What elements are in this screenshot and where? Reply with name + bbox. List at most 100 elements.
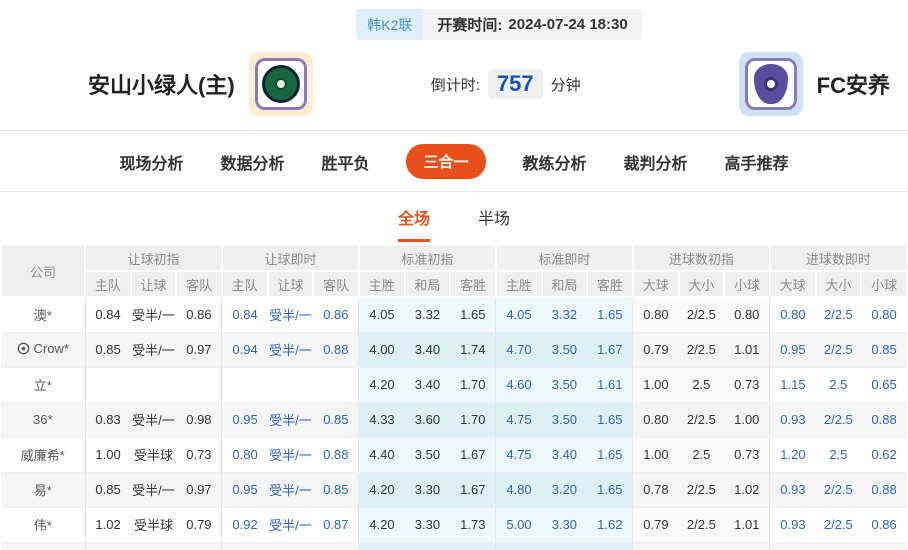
teams-header: 安山小绿人(主) 倒计时: 757 分钟 FC安养 — [0, 40, 908, 130]
odds-cell: 0.73 — [724, 437, 770, 473]
company-header: 公司 — [0, 244, 86, 298]
company-name: 立* — [33, 378, 52, 393]
odds-cell: 1.15 — [769, 367, 816, 403]
odds-cell: 1.65 — [587, 402, 633, 438]
odds-cell: 1.00 — [84, 437, 131, 473]
odds-cell: 0.83 — [84, 402, 131, 438]
company-name: 易* — [33, 483, 52, 498]
sub-header-2-1: 主队 — [220, 270, 269, 298]
home-team-logo-frame — [254, 58, 307, 110]
odds-cell: 0.73 — [724, 367, 770, 403]
odds-cell: 1.02 — [84, 507, 131, 543]
odds-cell: 1.65 — [450, 297, 496, 333]
sub-header-4-1: 主胜 — [494, 270, 543, 298]
odds-cell: 4.10 — [358, 542, 405, 550]
nav-tab-5[interactable]: 教练分析 — [523, 150, 587, 174]
top-strip: 韩K2联 开赛时间: 2024-07-24 18:30 — [0, 0, 908, 40]
subnav-tab-1[interactable]: 全场 — [397, 205, 430, 242]
odds-cell: 3.20 — [541, 472, 588, 508]
table-row: Crow* 0.85 受半/一 0.97 0.94 受半/一 0.88 4.00 3.40 1.7… — [1, 332, 907, 368]
odds-cell: 3.50 — [404, 437, 451, 473]
nav-tab-6[interactable]: 裁判分析 — [624, 150, 688, 174]
odds-cell: 0.88 — [313, 437, 359, 473]
odds-cell: 2/2.5 — [678, 472, 725, 508]
odds-cell: 受半/一 — [267, 507, 314, 543]
league-badge[interactable]: 韩K2联 — [356, 9, 424, 40]
odds-cell: 3.40 — [404, 367, 451, 403]
sub-header-2-3: 客队 — [312, 270, 360, 298]
kickoff-label: 开赛时间: — [437, 17, 503, 34]
odds-cell: 0.80 — [632, 402, 679, 438]
sub-header-6-3: 小球 — [860, 270, 908, 298]
odds-cell: 1.67 — [450, 472, 496, 508]
page: { "header": { "league": "韩K2联", "kickoff… — [0, 0, 908, 550]
odds-cell: 2.5 — [678, 367, 725, 403]
table-row: 立* 4.20 3.40 1.70 4.60 3.50 1.61 1.00 2.5 0.73 1.1… — [1, 367, 907, 403]
odds-cell: 0.86 — [176, 297, 222, 333]
odds-cell: 0.84 — [84, 297, 131, 333]
odds-cell: 1.61 — [587, 367, 633, 403]
kickoff-time-group: 开赛时间: 2024-07-24 18:30 — [423, 9, 641, 40]
odds-cell: 2.5 — [815, 367, 862, 403]
odds-cell: 1.02 — [724, 542, 770, 550]
away-team-logo-frame — [744, 58, 797, 110]
away-team-name: FC安养 — [816, 73, 890, 98]
countdown-value: 757 — [487, 69, 543, 99]
odds-cell: 1.62 — [587, 507, 633, 543]
nav-tab-2[interactable]: 数据分析 — [220, 150, 284, 174]
odds-cell: 2/2.5 — [815, 542, 862, 550]
table-row: 36* 0.83 受半/一 0.98 0.95 受半/一 0.85 4.33 3.60 1.70 4… — [1, 402, 907, 438]
nav-tab-3[interactable]: 胜平负 — [321, 150, 369, 174]
group-header-3: 标准初指 — [357, 244, 497, 272]
odds-cell: 1.00 — [632, 437, 679, 473]
odds-cell: 受半/一 — [130, 332, 177, 368]
nav-tab-4[interactable]: 三合一 — [406, 144, 486, 179]
nav-tab-7[interactable]: 高手推荐 — [725, 150, 789, 174]
odds-cell: 1.67 — [587, 332, 633, 368]
company-name: 威廉希* — [20, 448, 65, 463]
match-meta: 韩K2联 开赛时间: 2024-07-24 18:30 — [356, 9, 642, 40]
company-name: 36* — [32, 412, 53, 427]
odds-cell: 0.94 — [221, 332, 268, 368]
subnav-tab-2[interactable]: 半场 — [478, 205, 510, 242]
company-label-wrap: 威廉希* — [21, 445, 65, 464]
countdown-label: 倒计时: — [430, 76, 480, 94]
nav-tab-1[interactable]: 现场分析 — [119, 150, 183, 174]
countdown: 倒计时: 757 分钟 — [431, 69, 581, 99]
odds-cell: 2/2.5 — [678, 402, 725, 438]
table-row: 伟* 1.02 受半球 0.79 0.92 受半/一 0.87 4.20 3.30 1.73 5.0… — [1, 507, 907, 543]
odds-cell: 0.88 — [861, 402, 907, 438]
home-team: 安山小绿人(主) — [88, 52, 313, 116]
odds-cell: 1.65 — [587, 472, 633, 508]
odds-cell: 受半/一 — [130, 402, 177, 438]
odds-cell — [313, 367, 359, 403]
odds-cell: 4.05 — [358, 297, 405, 333]
odds-cell: 0.89 — [769, 542, 816, 550]
odds-cell: 2.5 — [815, 437, 862, 473]
odds-cell: 1.01 — [724, 507, 770, 543]
odds-cell: 0.93 — [769, 472, 816, 508]
odds-cell: 0.86 — [861, 507, 907, 543]
company-cell: Crow* — [1, 332, 86, 368]
odds-cell: 0.73 — [176, 437, 222, 473]
company-name: 澳* — [33, 308, 52, 324]
sub-header-1-2: 让球 — [129, 270, 178, 298]
odds-cell: 1.67 — [450, 437, 496, 473]
sub-header-1-1: 主队 — [84, 270, 132, 298]
odds-cell: 0.97 — [176, 332, 222, 368]
countdown-unit: 分钟 — [550, 76, 581, 94]
target-icon — [17, 342, 29, 355]
odds-cell: 1.73 — [450, 507, 496, 543]
odds-cell: 1.00 — [724, 402, 770, 438]
odds-cell: 0.78 — [632, 472, 679, 508]
odds-cell: 0.79 — [176, 507, 222, 543]
home-team-logo — [248, 52, 313, 116]
odds-cell: 4.20 — [358, 367, 405, 403]
table-row: 澳* 0.84 受半/一 0.86 0.84 受半/一 0.86 4.05 3.32 1.65 4.… — [1, 297, 907, 333]
odds-cell: 2/2.5 — [678, 297, 725, 333]
odds-cell: 受半/一 — [267, 542, 314, 550]
odds-cell: 0.85 — [84, 332, 131, 368]
sub-header-3-2: 和局 — [403, 270, 452, 298]
odds-cell: 1.70 — [450, 367, 496, 403]
odds-cell: 0.80 — [769, 297, 816, 333]
